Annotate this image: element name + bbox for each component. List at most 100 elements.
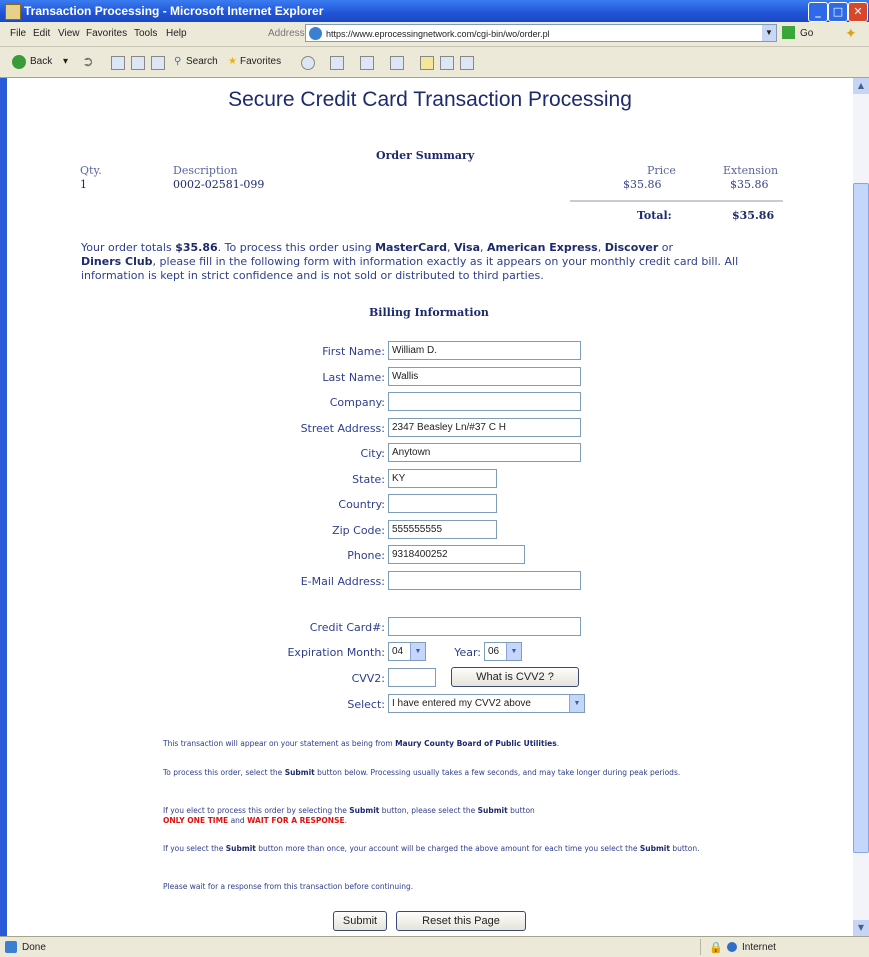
- note-text: button, please select the: [379, 806, 478, 815]
- address-url: https://www.eprocessingnetwork.com/cgi-b…: [326, 29, 550, 39]
- submit-mention: Submit: [349, 806, 380, 815]
- city-input[interactable]: Anytown: [388, 443, 581, 462]
- card-visa: Visa: [453, 241, 481, 254]
- cvv2-input[interactable]: [388, 668, 436, 687]
- credit-card-input[interactable]: [388, 617, 581, 636]
- windows-logo-icon: ✦: [845, 25, 857, 41]
- status-bar: Done 🔒 Internet: [0, 936, 869, 957]
- favorites-star-icon[interactable]: ★: [228, 56, 237, 67]
- menu-bar: File Edit View Favorites Tools Help Addr…: [0, 22, 869, 47]
- submit-once-note: If you elect to process this order by se…: [163, 806, 723, 826]
- address-bar[interactable]: https://www.eprocessingnetwork.com/cgi-b…: [305, 24, 777, 42]
- submit-mention: Submit: [639, 844, 670, 853]
- page-content: Secure Credit Card Transaction Processin…: [7, 78, 853, 936]
- go-button[interactable]: Go: [800, 28, 813, 39]
- reset-button[interactable]: Reset this Page: [396, 911, 526, 931]
- sep: ,: [597, 241, 605, 254]
- messenger-icon[interactable]: [440, 56, 454, 70]
- intro-total: $35.86: [175, 241, 218, 254]
- intro-text: Your order totals: [81, 241, 176, 254]
- forward-icon[interactable]: ➲: [82, 53, 94, 70]
- first-name-input[interactable]: William D.: [388, 341, 581, 360]
- first-name-label: First Name:: [322, 345, 385, 358]
- menu-view[interactable]: View: [58, 28, 80, 39]
- expiration-year-label: Year:: [454, 646, 481, 659]
- sep: ,: [446, 241, 454, 254]
- vertical-scrollbar[interactable]: ▲ ▼: [853, 78, 869, 936]
- history-icon[interactable]: [330, 56, 344, 70]
- refresh-icon[interactable]: [131, 56, 145, 70]
- or-text: or: [658, 241, 674, 254]
- address-dropdown-icon[interactable]: ▼: [762, 25, 776, 41]
- submit-mention: Submit: [477, 806, 508, 815]
- security-zone: Internet: [742, 942, 776, 953]
- city-label: City:: [360, 447, 385, 460]
- chevron-down-icon[interactable]: ▼: [569, 695, 584, 712]
- back-dropdown-icon[interactable]: ▾: [63, 56, 68, 67]
- scroll-thumb[interactable]: [853, 183, 869, 853]
- zip-input[interactable]: 555555555: [388, 520, 497, 539]
- minimize-button[interactable]: _: [808, 2, 828, 22]
- note-text: To process this order, select the: [163, 768, 285, 777]
- intro-text-2: . To process this order using: [217, 241, 376, 254]
- media-icon[interactable]: [301, 56, 315, 70]
- cvv2-status-select[interactable]: I have entered my CVV2 above ▼: [388, 694, 585, 713]
- country-input[interactable]: [388, 494, 497, 513]
- back-icon[interactable]: [12, 55, 26, 69]
- phone-input[interactable]: 9318400252: [388, 545, 525, 564]
- menu-file[interactable]: File: [10, 28, 26, 39]
- search-button[interactable]: Search: [186, 56, 218, 67]
- tool-icon[interactable]: [460, 56, 474, 70]
- street-label: Street Address:: [300, 422, 385, 435]
- maximize-button[interactable]: □: [828, 2, 848, 22]
- state-input[interactable]: KY: [388, 469, 497, 488]
- submit-mention: Submit: [225, 844, 256, 853]
- qty-header: Qty.: [80, 164, 102, 177]
- submit-button[interactable]: Submit: [333, 911, 387, 931]
- chevron-down-icon[interactable]: ▼: [506, 643, 521, 660]
- street-input[interactable]: 2347 Beasley Ln/#37 C H: [388, 418, 581, 437]
- home-icon[interactable]: [151, 56, 165, 70]
- credit-card-label: Credit Card#:: [309, 621, 385, 634]
- go-arrow-icon[interactable]: [782, 26, 795, 39]
- menu-help[interactable]: Help: [166, 28, 187, 39]
- statement-note: This transaction will appear on your sta…: [163, 739, 723, 749]
- favorites-button[interactable]: Favorites: [240, 56, 281, 67]
- cvv2-label: CVV2:: [351, 672, 385, 685]
- scroll-down-icon[interactable]: ▼: [853, 920, 869, 936]
- zip-label: Zip Code:: [332, 524, 385, 537]
- mail-icon[interactable]: [360, 56, 374, 70]
- card-amex: American Express: [487, 241, 598, 254]
- last-name-input[interactable]: Wallis: [388, 367, 581, 386]
- scroll-up-icon[interactable]: ▲: [853, 78, 869, 94]
- lock-icon: 🔒: [709, 942, 723, 954]
- sep: ,: [480, 241, 488, 254]
- print-icon[interactable]: [390, 56, 404, 70]
- note-text: .: [344, 816, 348, 825]
- address-label: Address: [268, 28, 305, 39]
- back-button[interactable]: Back: [30, 56, 52, 67]
- close-button[interactable]: ✕: [848, 2, 868, 22]
- folder-icon[interactable]: [420, 56, 434, 70]
- email-input[interactable]: [388, 571, 581, 590]
- order-summary-heading: Order Summary: [376, 149, 475, 162]
- processing-note: To process this order, select the Submit…: [163, 768, 723, 778]
- note-text: If you select the: [163, 844, 226, 853]
- expiration-year-select[interactable]: 06 ▼: [484, 642, 522, 661]
- stop-icon[interactable]: [111, 56, 125, 70]
- item-qty: 1: [80, 178, 87, 191]
- search-icon[interactable]: ⚲: [174, 56, 181, 67]
- menu-tools[interactable]: Tools: [134, 28, 157, 39]
- price-header: Price: [647, 164, 676, 177]
- item-description: 0002-02581-099: [173, 178, 265, 191]
- cvv2-status-value: I have entered my CVV2 above: [392, 698, 531, 709]
- menu-favorites[interactable]: Favorites: [86, 28, 127, 39]
- what-is-cvv2-button[interactable]: What is CVV2 ?: [451, 667, 579, 687]
- email-label: E-Mail Address:: [300, 575, 385, 588]
- ie-page-icon: [5, 4, 21, 20]
- status-text: Done: [22, 942, 46, 953]
- browser-toolbar: Back ▾ ➲ ⚲ Search ★ Favorites: [0, 47, 869, 78]
- menu-edit[interactable]: Edit: [33, 28, 50, 39]
- company-input[interactable]: [388, 392, 581, 411]
- page-icon: [309, 27, 322, 40]
